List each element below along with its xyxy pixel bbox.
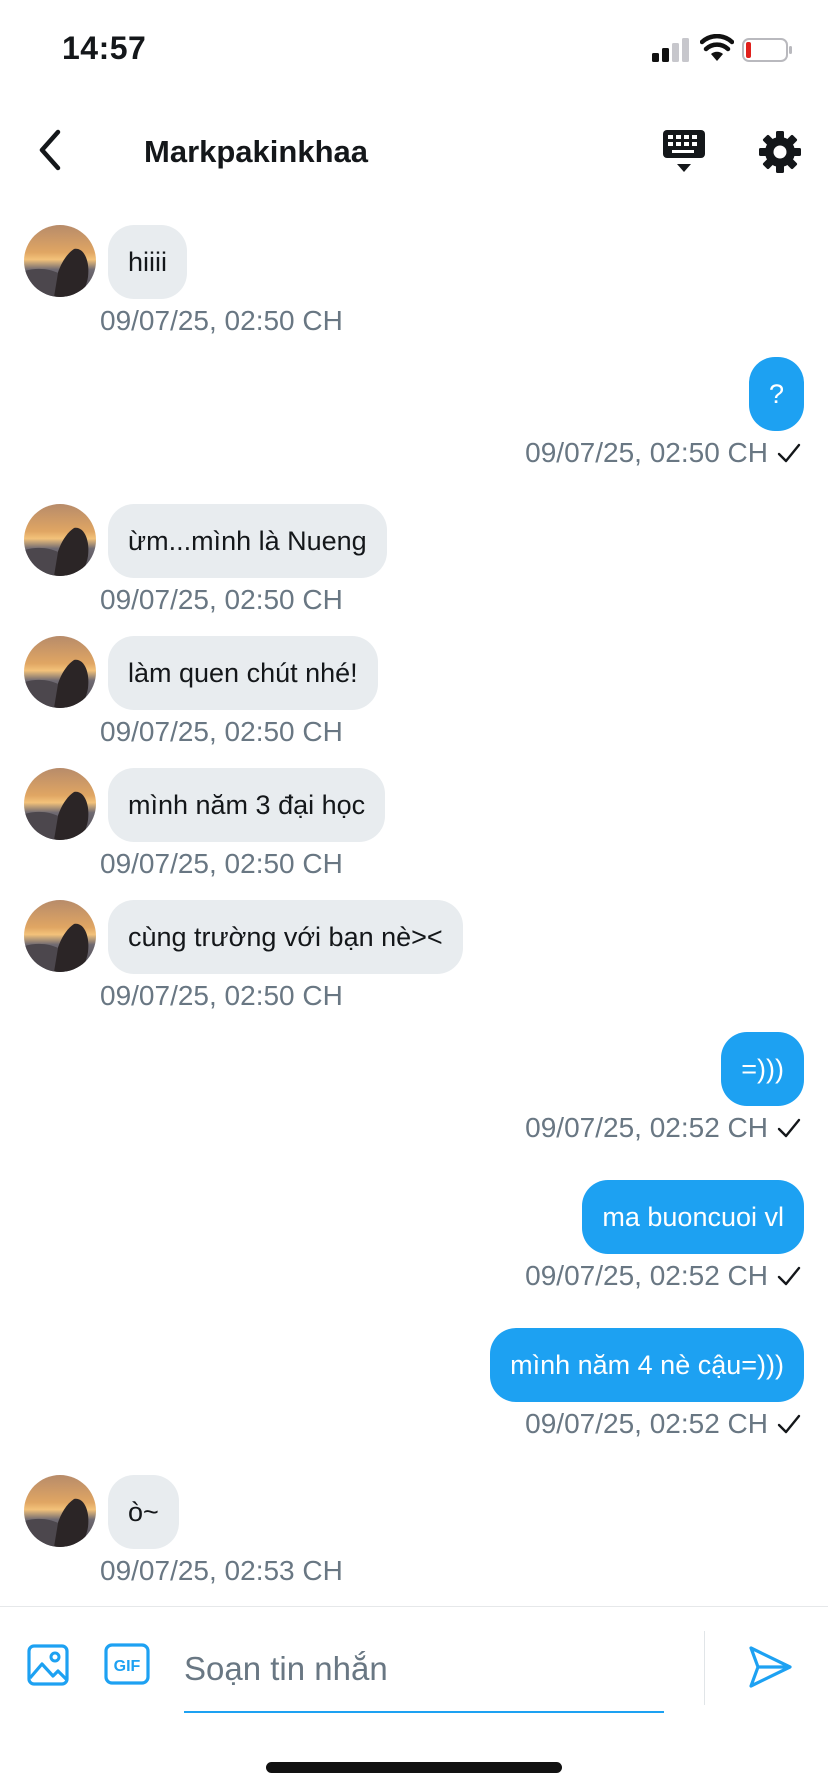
image-icon [27, 1644, 69, 1686]
attach-image-button[interactable] [26, 1643, 70, 1687]
read-check-icon [777, 1118, 801, 1138]
avatar[interactable] [24, 1475, 96, 1547]
message-timestamp: 09/07/25, 02:50 CH [100, 980, 343, 1011]
message-bubble[interactable]: cùng trường với bạn nè>< [108, 900, 463, 974]
read-check-icon [777, 1266, 801, 1286]
avatar-photo [24, 659, 89, 708]
message-bubble[interactable]: ma buoncuoi vl [582, 1180, 804, 1254]
message-timestamp: 09/07/25, 02:50 CH [100, 305, 343, 336]
avatar[interactable] [24, 768, 96, 840]
message-timestamp: 09/07/25, 02:53 CH [100, 1555, 343, 1586]
message-bubble[interactable]: mình năm 3 đại học [108, 768, 386, 842]
keyboard-icon [663, 130, 705, 172]
message-composer: GIF [0, 1606, 828, 1726]
message-bubble[interactable]: ừm...mình là Nueng [108, 504, 387, 578]
send-button[interactable] [746, 1643, 794, 1691]
avatar[interactable] [24, 504, 96, 576]
back-button[interactable] [26, 126, 74, 174]
message-bubble[interactable]: hiiii [108, 225, 188, 299]
message-bubble[interactable]: làm quen chút nhé! [108, 636, 378, 710]
message-bubble[interactable]: mình năm 4 nè cậu=))) [490, 1328, 804, 1402]
back-chevron-icon [39, 129, 61, 171]
read-check-icon [777, 1414, 801, 1434]
battery-low-icon [742, 38, 792, 62]
message-bubble[interactable]: ò~ [108, 1475, 179, 1549]
composer-divider [704, 1631, 705, 1705]
cellular-signal-icon [652, 38, 689, 62]
send-icon [749, 1646, 792, 1688]
message-timestamp: 09/07/25, 02:50 CH [100, 716, 343, 747]
status-bar: 14:57 [0, 0, 828, 100]
attach-gif-button[interactable]: GIF [104, 1643, 150, 1685]
message-timestamp: 09/07/25, 02:50 CH [525, 437, 768, 468]
wifi-icon [700, 34, 734, 61]
message-timestamp: 09/07/25, 02:50 CH [100, 584, 343, 615]
avatar-photo [24, 1498, 89, 1547]
message-list[interactable]: hiiii 09/07/25, 02:50 CH ? 09/07/25, 02:… [0, 210, 828, 1600]
message-timestamp: 09/07/25, 02:52 CH [525, 1260, 768, 1291]
avatar-photo [24, 791, 89, 840]
message-bubble[interactable]: ? [748, 357, 804, 431]
message-timestamp: 09/07/25, 02:52 CH [525, 1408, 768, 1439]
avatar-photo [24, 248, 89, 297]
avatar-photo [24, 923, 89, 972]
avatar[interactable] [24, 225, 96, 297]
conversation-title: Markpakinkhaa [144, 134, 368, 169]
home-indicator[interactable] [266, 1762, 562, 1773]
gear-icon [759, 131, 801, 173]
avatar-photo [24, 527, 89, 576]
message-input[interactable] [184, 1627, 664, 1713]
avatar[interactable] [24, 636, 96, 708]
message-timestamp: 09/07/25, 02:52 CH [525, 1112, 768, 1143]
status-time: 14:57 [62, 30, 147, 66]
settings-button[interactable] [756, 128, 804, 176]
message-bubble[interactable]: =))) [721, 1032, 804, 1106]
avatar[interactable] [24, 900, 96, 972]
gif-icon: GIF [104, 1643, 150, 1685]
gif-label: GIF [114, 1658, 141, 1675]
read-check-icon [777, 443, 801, 463]
chat-screen: 14:57 Markpakinkhaa hiiii 09/07/25, 02:5… [0, 0, 828, 1792]
message-timestamp: 09/07/25, 02:50 CH [100, 848, 343, 879]
keyboard-toggle-button[interactable] [660, 126, 708, 176]
chat-header: Markpakinkhaa [0, 100, 828, 202]
